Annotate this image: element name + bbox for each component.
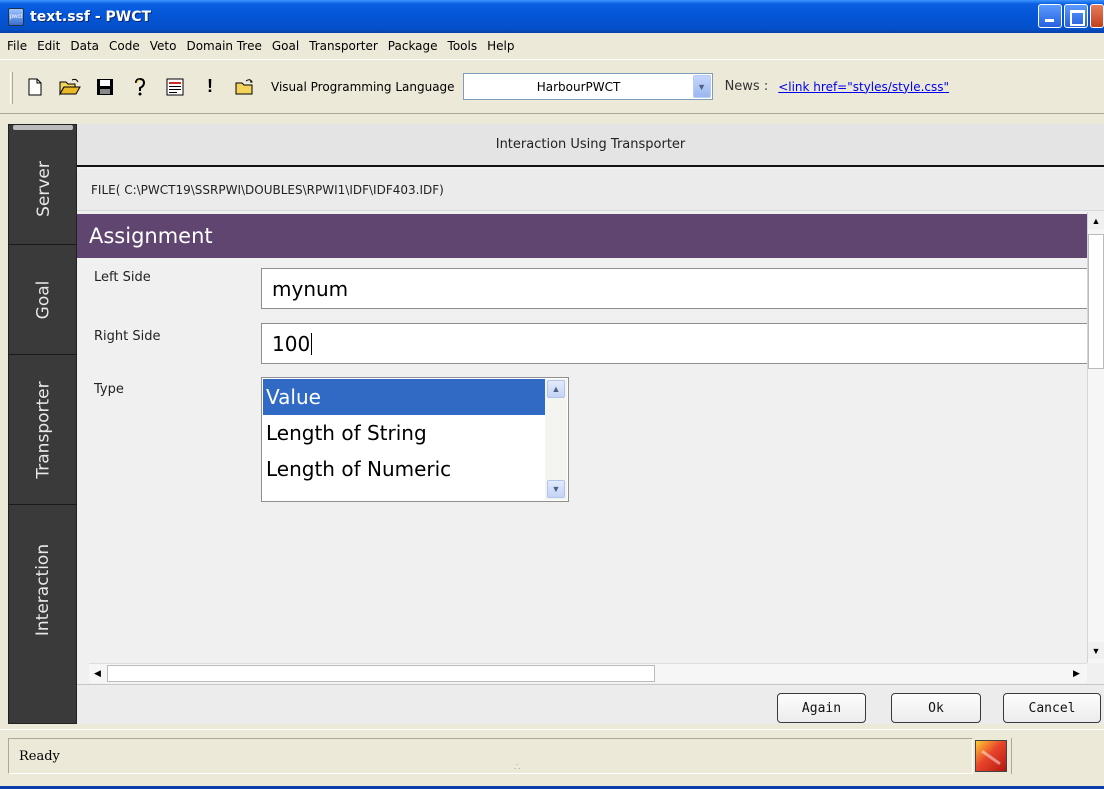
side-tab-interaction-label: Interaction	[33, 543, 54, 637]
menu-bar: File Edit Data Code Veto Domain Tree Goa…	[0, 33, 1104, 59]
status-app-icon[interactable]	[975, 740, 1007, 772]
type-option-length-of-numeric[interactable]: Length of Numeric	[263, 451, 545, 487]
right-side-label: Right Side	[94, 329, 161, 344]
cancel-button[interactable]: Cancel	[1003, 693, 1101, 723]
scroll-up-icon[interactable]: ▲	[1088, 212, 1104, 229]
resize-grip-icon: ∴	[514, 762, 520, 773]
language-select-value: HarbourPWCT	[536, 79, 621, 94]
title-bar: pwct text.ssf - PWCT	[0, 0, 1104, 33]
menu-file[interactable]: File	[2, 35, 32, 57]
side-tab-panel: Server Goal Transporter Interaction	[8, 124, 78, 724]
status-right-pane	[1011, 738, 1104, 774]
scroll-down-icon[interactable]: ▼	[1088, 642, 1104, 659]
exclamation-icon[interactable]: !	[195, 72, 225, 102]
menu-tools[interactable]: Tools	[443, 35, 483, 57]
toolbar: ! Visual Programming Language HarbourPWC…	[0, 59, 1104, 114]
left-side-label: Left Side	[94, 270, 151, 285]
file-path: FILE( C:\PWCT19\SSRPWI\DOUBLES\RPWI1\IDF…	[77, 169, 1104, 211]
status-label: Ready	[19, 748, 60, 764]
document-icon[interactable]	[160, 72, 190, 102]
status-text: Ready ∴	[8, 738, 973, 774]
side-tab-grip	[13, 125, 73, 130]
save-icon[interactable]	[90, 72, 120, 102]
listbox-scrollbar[interactable]: ▲ ▼	[545, 379, 567, 500]
close-button[interactable]	[1090, 4, 1104, 28]
new-file-icon[interactable]	[20, 72, 50, 102]
scroll-left-icon[interactable]: ◀	[89, 665, 106, 682]
main-panel: Interaction Using Transporter FILE( C:\P…	[77, 124, 1104, 724]
maximize-button[interactable]	[1064, 4, 1088, 28]
right-side-value: 100	[272, 331, 311, 356]
left-side-input[interactable]: mynum	[261, 268, 1087, 309]
exclamation-label: !	[207, 76, 213, 96]
app-icon-label: pwct	[9, 13, 23, 20]
menu-domain-tree[interactable]: Domain Tree	[181, 35, 266, 57]
vertical-scrollbar[interactable]: ▲ ▼	[1087, 212, 1104, 663]
right-side-input[interactable]: 100	[261, 323, 1087, 364]
menu-transporter[interactable]: Transporter	[304, 35, 383, 57]
status-bar: Ready ∴	[0, 729, 1104, 789]
side-tab-server-label: Server	[33, 160, 54, 217]
chevron-down-icon[interactable]: ▼	[547, 480, 565, 498]
type-option-length-of-string[interactable]: Length of String	[263, 415, 545, 451]
section-header: Assignment	[77, 214, 1087, 258]
vertical-scroll-thumb[interactable]	[1088, 234, 1104, 369]
side-tab-server[interactable]: Server	[9, 133, 78, 245]
side-tab-transporter[interactable]: Transporter	[9, 355, 78, 505]
chevron-up-icon[interactable]: ▲	[547, 380, 565, 398]
app-icon: pwct	[8, 7, 24, 26]
open-folder-icon[interactable]	[55, 72, 85, 102]
menu-edit[interactable]: Edit	[32, 35, 65, 57]
side-tab-goal[interactable]: Goal	[9, 245, 78, 355]
again-button[interactable]: Again	[777, 693, 866, 723]
menu-help[interactable]: Help	[482, 35, 519, 57]
side-tab-transporter-label: Transporter	[33, 380, 54, 479]
horizontal-scroll-thumb[interactable]	[107, 665, 655, 682]
scroll-right-icon[interactable]: ▶	[1068, 665, 1085, 682]
menu-veto[interactable]: Veto	[145, 35, 182, 57]
language-select[interactable]: HarbourPWCT ▼	[462, 73, 713, 100]
menu-code[interactable]: Code	[104, 35, 145, 57]
button-bar: Again Ok Cancel	[77, 684, 1104, 724]
left-side-value: mynum	[272, 276, 349, 301]
side-tab-goal-label: Goal	[33, 280, 54, 319]
news-label: News :	[724, 79, 769, 94]
window-title: text.ssf - PWCT	[30, 8, 152, 25]
panel-title: Interaction Using Transporter	[77, 124, 1104, 167]
toolbar-grip[interactable]	[10, 72, 13, 104]
open-file-icon[interactable]	[230, 72, 260, 102]
type-listbox[interactable]: Value Length of String Length of Numeric…	[261, 377, 569, 502]
vpl-label: Visual Programming Language	[271, 79, 455, 94]
side-tab-interaction[interactable]: Interaction	[9, 505, 78, 675]
menu-data[interactable]: Data	[65, 35, 104, 57]
help-icon[interactable]	[125, 72, 155, 102]
horizontal-scrollbar[interactable]: ◀ ▶	[89, 663, 1087, 683]
text-caret	[311, 332, 313, 355]
chevron-down-icon[interactable]: ▼	[692, 75, 711, 98]
type-label: Type	[94, 382, 124, 397]
window-controls	[1038, 4, 1104, 28]
menu-package[interactable]: Package	[383, 35, 443, 57]
minimize-button[interactable]	[1038, 4, 1062, 28]
type-option-value[interactable]: Value	[263, 379, 545, 415]
news-link[interactable]: <link href="styles/style.css"	[778, 80, 949, 94]
menu-goal[interactable]: Goal	[267, 35, 304, 57]
ok-button[interactable]: Ok	[891, 693, 981, 723]
form-area: Assignment Left Side mynum Right Side 10…	[77, 212, 1087, 663]
